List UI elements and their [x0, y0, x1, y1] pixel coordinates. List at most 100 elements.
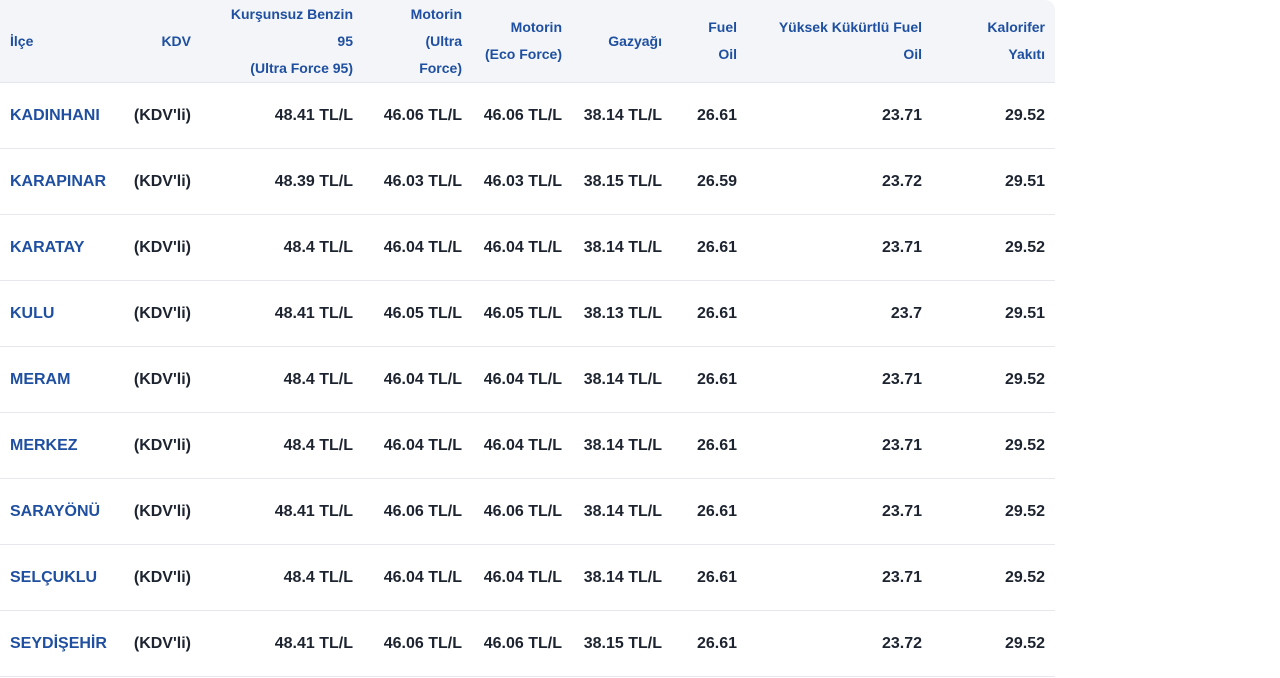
table-row: MERKEZ (KDV'li) 48.4 TL/L 46.04 TL/L 46.… [0, 412, 1055, 479]
header-kdv-label: KDV [161, 32, 191, 49]
table-row: KARATAY (KDV'li) 48.4 TL/L 46.04 TL/L 46… [0, 214, 1055, 281]
header-ilce-label: İlçe [10, 32, 34, 49]
header-kdv: KDV [115, 0, 201, 83]
motorin-ultra-price-cell: 46.06 TL/L [363, 478, 472, 545]
table-header-row: İlçe KDV Kurşunsuz Benzin 95 (Ultra Forc… [0, 0, 1055, 83]
district-link[interactable]: MERAM [10, 371, 70, 388]
yuksek-kukurtlu-price-cell: 23.71 [747, 82, 932, 149]
motorin-eco-price-cell: 46.06 TL/L [472, 82, 572, 149]
fuel-oil-price-cell: 26.61 [672, 412, 747, 479]
yuksek-kukurtlu-price-cell: 23.71 [747, 544, 932, 611]
gazyagi-price-cell: 38.15 TL/L [572, 148, 672, 215]
yuksek-kukurtlu-price-cell: 23.7 [747, 280, 932, 347]
header-motorin-eco-line1: Motorin [510, 19, 562, 35]
kalorifer-price-cell: 29.52 [932, 544, 1055, 611]
table-row: KULU (KDV'li) 48.41 TL/L 46.05 TL/L 46.0… [0, 280, 1055, 347]
fuel-oil-price-cell: 26.61 [672, 280, 747, 347]
yuksek-kukurtlu-price-cell: 23.71 [747, 214, 932, 281]
gazyagi-price-cell: 38.14 TL/L [572, 412, 672, 479]
kursunsuz-price-cell: 48.4 TL/L [201, 214, 363, 281]
district-cell: KADINHANI [0, 82, 115, 149]
gazyagi-price-cell: 38.14 TL/L [572, 544, 672, 611]
kdv-cell: (KDV'li) [115, 478, 201, 545]
header-motorin-eco: Motorin (Eco Force) [472, 0, 572, 83]
kalorifer-price-cell: 29.51 [932, 148, 1055, 215]
yuksek-kukurtlu-price-cell: 23.72 [747, 610, 932, 677]
motorin-eco-price-cell: 46.04 TL/L [472, 214, 572, 281]
header-yuksek-line1: Yüksek Kükürtlü Fuel [778, 19, 922, 35]
kalorifer-price-cell: 29.51 [932, 280, 1055, 347]
motorin-ultra-price-cell: 46.04 TL/L [363, 412, 472, 479]
fuel-oil-price-cell: 26.61 [672, 346, 747, 413]
district-cell: KARAPINAR [0, 148, 115, 215]
header-motorin-ultra: Motorin (Ultra Force) [363, 0, 472, 83]
district-link[interactable]: KARAPINAR [10, 173, 106, 190]
table-row: KARAPINAR (KDV'li) 48.39 TL/L 46.03 TL/L… [0, 148, 1055, 215]
kalorifer-price-cell: 29.52 [932, 610, 1055, 677]
motorin-eco-price-cell: 46.04 TL/L [472, 412, 572, 479]
table-row: MERAM (KDV'li) 48.4 TL/L 46.04 TL/L 46.0… [0, 346, 1055, 413]
header-fuel-oil: Fuel Oil [672, 0, 747, 83]
motorin-ultra-price-cell: 46.04 TL/L [363, 544, 472, 611]
district-link[interactable]: MERKEZ [10, 437, 78, 454]
district-link[interactable]: SEYDİŞEHİR [10, 635, 107, 652]
kursunsuz-price-cell: 48.41 TL/L [201, 82, 363, 149]
district-link[interactable]: KADINHANI [10, 107, 100, 124]
gazyagi-price-cell: 38.13 TL/L [572, 280, 672, 347]
kursunsuz-price-cell: 48.4 TL/L [201, 412, 363, 479]
motorin-ultra-price-cell: 46.05 TL/L [363, 280, 472, 347]
district-link[interactable]: SELÇUKLU [10, 569, 97, 586]
district-link[interactable]: KULU [10, 305, 54, 322]
district-cell: KARATAY [0, 214, 115, 281]
fuel-price-table: İlçe KDV Kurşunsuz Benzin 95 (Ultra Forc… [0, 0, 1055, 677]
kalorifer-price-cell: 29.52 [932, 346, 1055, 413]
kursunsuz-price-cell: 48.41 TL/L [201, 610, 363, 677]
table-row: SEYDİŞEHİR (KDV'li) 48.41 TL/L 46.06 TL/… [0, 610, 1055, 677]
table-body: KADINHANI (KDV'li) 48.41 TL/L 46.06 TL/L… [0, 82, 1055, 677]
kursunsuz-price-cell: 48.4 TL/L [201, 544, 363, 611]
kdv-cell: (KDV'li) [115, 610, 201, 677]
kalorifer-price-cell: 29.52 [932, 214, 1055, 281]
district-cell: KULU [0, 280, 115, 347]
motorin-ultra-price-cell: 46.06 TL/L [363, 82, 472, 149]
header-ilce: İlçe [0, 0, 115, 83]
gazyagi-price-cell: 38.14 TL/L [572, 214, 672, 281]
kalorifer-price-cell: 29.52 [932, 82, 1055, 149]
gazyagi-price-cell: 38.14 TL/L [572, 82, 672, 149]
district-cell: SEYDİŞEHİR [0, 610, 115, 677]
header-kursunsuz-line3: (Ultra Force 95) [250, 59, 353, 76]
gazyagi-price-cell: 38.14 TL/L [572, 478, 672, 545]
gazyagi-price-cell: 38.14 TL/L [572, 346, 672, 413]
motorin-ultra-price-cell: 46.03 TL/L [363, 148, 472, 215]
kalorifer-price-cell: 29.52 [932, 478, 1055, 545]
district-cell: SELÇUKLU [0, 544, 115, 611]
motorin-eco-price-cell: 46.06 TL/L [472, 610, 572, 677]
header-kalorifer: Kalorifer Yakıtı [932, 0, 1055, 83]
motorin-eco-price-cell: 46.04 TL/L [472, 346, 572, 413]
header-fuel-oil-line2: Oil [718, 46, 737, 62]
kdv-cell: (KDV'li) [115, 412, 201, 479]
fuel-oil-price-cell: 26.61 [672, 610, 747, 677]
header-kalorifer-line1: Kalorifer [987, 19, 1045, 35]
fuel-price-table-container: İlçe KDV Kurşunsuz Benzin 95 (Ultra Forc… [0, 0, 1055, 677]
district-cell: MERAM [0, 346, 115, 413]
header-kursunsuz-line1: Kurşunsuz Benzin [230, 5, 353, 22]
kdv-cell: (KDV'li) [115, 280, 201, 347]
district-link[interactable]: KARATAY [10, 239, 84, 256]
header-fuel-oil-line1: Fuel [708, 19, 737, 35]
motorin-ultra-price-cell: 46.06 TL/L [363, 610, 472, 677]
motorin-ultra-price-cell: 46.04 TL/L [363, 214, 472, 281]
kdv-cell: (KDV'li) [115, 82, 201, 149]
motorin-eco-price-cell: 46.05 TL/L [472, 280, 572, 347]
table-row: SELÇUKLU (KDV'li) 48.4 TL/L 46.04 TL/L 4… [0, 544, 1055, 611]
gazyagi-price-cell: 38.15 TL/L [572, 610, 672, 677]
yuksek-kukurtlu-price-cell: 23.71 [747, 412, 932, 479]
header-yuksek-line2: Oil [903, 46, 922, 62]
motorin-eco-price-cell: 46.03 TL/L [472, 148, 572, 215]
district-link[interactable]: SARAYÖNÜ [10, 503, 100, 520]
header-motorin-ultra-line2: (Ultra [425, 32, 462, 49]
header-yuksek-kukurtlu: Yüksek Kükürtlü Fuel Oil [747, 0, 932, 83]
kursunsuz-price-cell: 48.41 TL/L [201, 478, 363, 545]
header-kursunsuz-line2: 95 [337, 32, 353, 49]
kalorifer-price-cell: 29.52 [932, 412, 1055, 479]
